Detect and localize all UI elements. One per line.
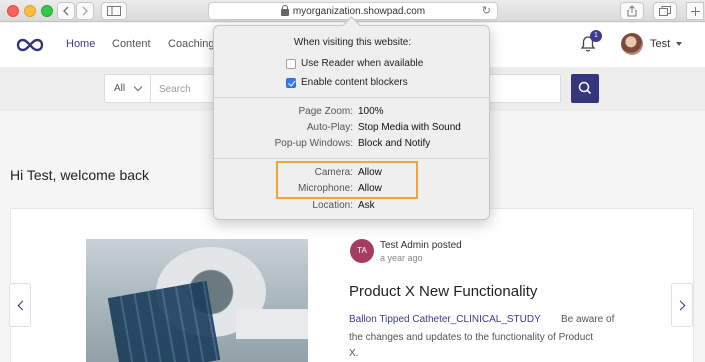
search-button[interactable]: [571, 74, 599, 103]
chevron-right-icon: [675, 300, 686, 311]
mri-film: [107, 280, 221, 362]
sidebar-icon: [107, 6, 121, 16]
minimize-window-button[interactable]: [24, 5, 36, 17]
showpad-logo-icon[interactable]: [16, 37, 44, 53]
nav-content[interactable]: Content: [112, 38, 151, 50]
post-title[interactable]: Product X New Functionality: [349, 283, 537, 300]
post-image[interactable]: [86, 239, 308, 362]
divider: [214, 158, 491, 159]
chevron-left-icon: [17, 300, 28, 311]
welcome-heading: Hi Test, welcome back: [10, 167, 150, 183]
content-blockers-label: Enable content blockers: [301, 77, 408, 88]
chevron-left-icon: [63, 6, 69, 16]
setting-value[interactable]: Stop Media with Sound: [358, 122, 461, 133]
reader-label: Use Reader when available: [301, 58, 424, 69]
post-author-avatar: TA: [350, 239, 374, 263]
search-icon: [578, 81, 592, 95]
search-filter-value: All: [114, 83, 126, 94]
search-input[interactable]: Search: [159, 84, 191, 95]
highlight-box: [276, 161, 418, 199]
setting-label: Location:: [312, 200, 353, 211]
mri-bed: [236, 309, 308, 339]
post-asset-link[interactable]: Ballon Tipped Catheter_CLINICAL_STUDY: [349, 314, 541, 325]
setting-value[interactable]: Block and Notify: [358, 138, 430, 149]
back-button[interactable]: [57, 2, 75, 20]
forward-button[interactable]: [76, 2, 94, 20]
share-button[interactable]: [620, 2, 644, 20]
zoom-window-button[interactable]: [41, 5, 53, 17]
address-url: myorganization.showpad.com: [292, 5, 426, 17]
post-description-continued: the changes and updates to the functiona…: [349, 330, 639, 362]
new-tab-button[interactable]: [686, 2, 704, 20]
chevron-down-icon: [133, 82, 143, 92]
post-card: TA Test Admin posted a year ago Product …: [10, 208, 694, 362]
setting-label: Page Zoom:: [298, 106, 353, 117]
plus-icon: [690, 6, 700, 16]
post-description-line: X.: [349, 348, 359, 359]
notification-badge: 1: [590, 30, 602, 42]
reload-icon[interactable]: ↻: [482, 4, 491, 17]
post-author: Test Admin posted: [380, 240, 462, 251]
post-description: Be aware of: [561, 314, 615, 325]
website-settings-popover: When visiting this website: Use Reader w…: [213, 25, 491, 220]
share-icon: [627, 5, 637, 17]
close-window-button[interactable]: [7, 5, 19, 17]
tabs-icon: [659, 6, 671, 16]
user-name[interactable]: Test: [650, 38, 670, 50]
reader-checkbox[interactable]: Use Reader when available: [286, 58, 423, 69]
post-description-line: the changes and updates to the functiona…: [349, 332, 594, 343]
caret-down-icon[interactable]: [676, 42, 682, 46]
carousel-next-button[interactable]: [671, 283, 693, 327]
nav-coaching[interactable]: Coaching: [168, 38, 214, 50]
setting-label: Pop-up Windows:: [274, 138, 353, 149]
popover-heading: When visiting this website:: [293, 37, 412, 48]
setting-label: Auto-Play:: [306, 122, 353, 133]
search-filter-select[interactable]: All: [105, 75, 151, 102]
post-timestamp: a year ago: [380, 253, 423, 263]
checkbox-checked[interactable]: [286, 77, 296, 88]
tabs-overview-button[interactable]: [653, 2, 677, 20]
sidebar-button[interactable]: [101, 2, 127, 20]
setting-value[interactable]: Ask: [358, 200, 375, 211]
checkbox-unchecked[interactable]: [286, 58, 296, 69]
avatar[interactable]: [621, 33, 643, 55]
content-blockers-checkbox[interactable]: Enable content blockers: [286, 77, 408, 88]
setting-value[interactable]: 100%: [358, 106, 384, 117]
lock-icon: [280, 4, 289, 16]
chevron-right-icon: [82, 6, 88, 16]
carousel-prev-button[interactable]: [9, 283, 31, 327]
divider: [214, 97, 491, 98]
nav-home[interactable]: Home: [66, 38, 95, 50]
